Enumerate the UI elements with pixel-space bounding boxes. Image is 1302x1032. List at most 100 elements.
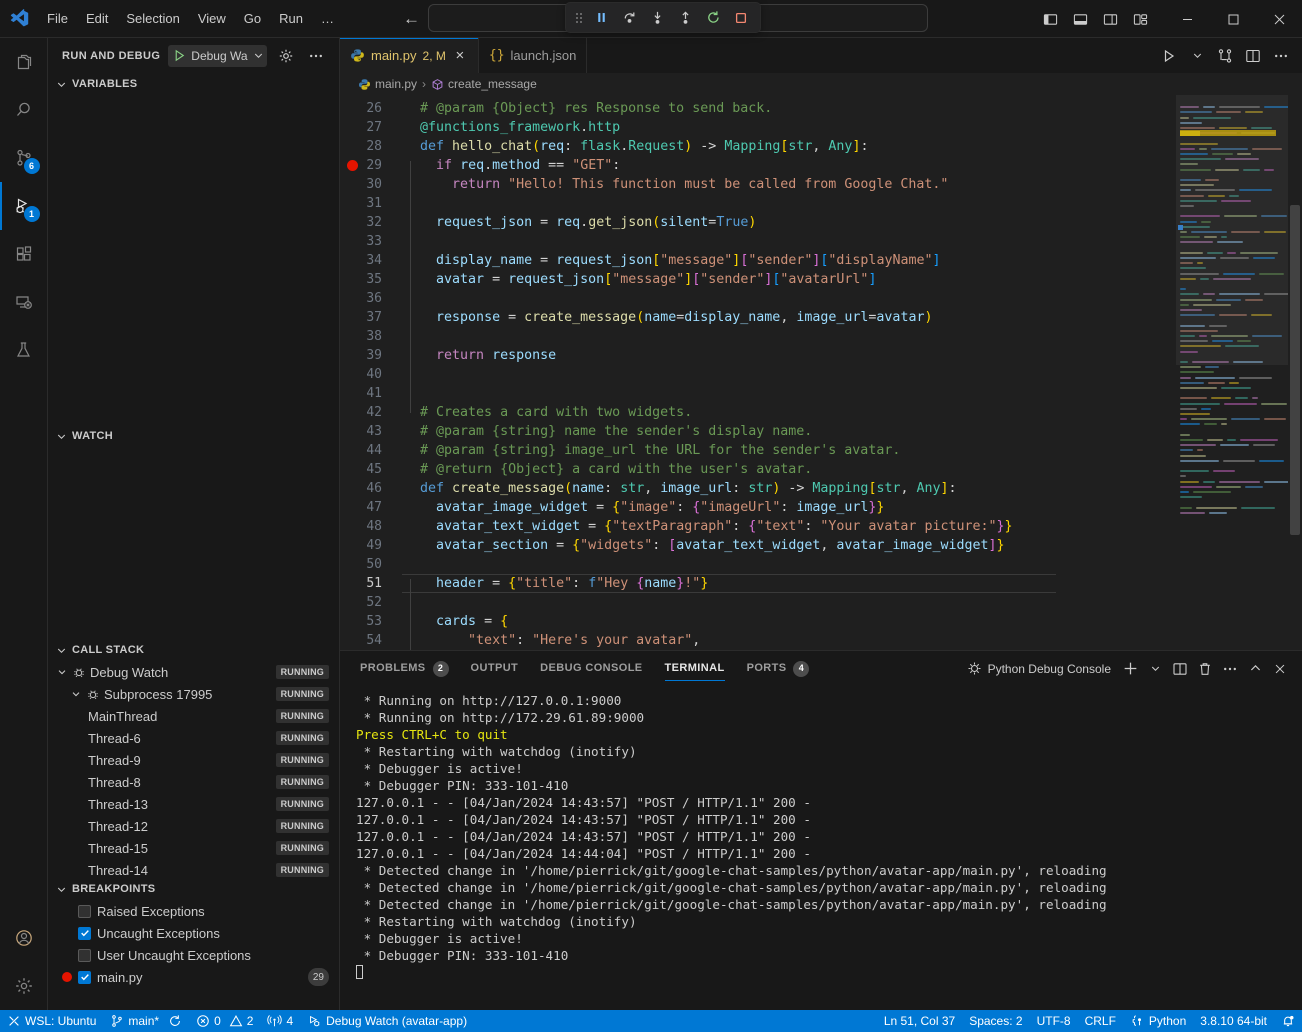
breakpoint-row[interactable]: Uncaught Exceptions <box>48 922 339 944</box>
code-line[interactable]: 35 avatar = request_json["message"]["sen… <box>340 270 1176 289</box>
breakpoint-checkbox[interactable] <box>78 927 91 940</box>
step-out-icon[interactable] <box>672 6 698 30</box>
go-back-icon[interactable]: ← <box>403 10 420 27</box>
stop-icon[interactable] <box>728 6 754 30</box>
tab-problems[interactable]: PROBLEMS 2 <box>360 651 449 686</box>
debug-configuration-selector[interactable]: Debug Wa <box>168 45 266 67</box>
close-button[interactable] <box>1256 0 1302 38</box>
terminal-output[interactable]: * Running on http://127.0.0.1:9000 * Run… <box>340 686 1302 1010</box>
code-line[interactable]: 48 avatar_text_widget = {"textParagraph"… <box>340 517 1176 536</box>
code-line[interactable]: 43 # @param {string} name the sender's d… <box>340 422 1176 441</box>
activity-remote-explorer[interactable] <box>0 278 48 326</box>
maximize-panel-icon[interactable] <box>1243 657 1267 681</box>
code-line[interactable]: 47 avatar_image_widget = {"image": {"ima… <box>340 498 1176 517</box>
code-line[interactable]: 33 <box>340 232 1176 251</box>
activity-manage-settings[interactable] <box>0 962 48 1010</box>
call-stack-row[interactable]: Debug WatchRUNNING <box>48 661 339 683</box>
code-line[interactable]: 30 return "Hello! This function must be … <box>340 175 1176 194</box>
code-line[interactable]: 38 <box>340 327 1176 346</box>
call-stack-row[interactable]: Subprocess 17995RUNNING <box>48 683 339 705</box>
activity-explorer[interactable] <box>0 38 48 86</box>
activity-search[interactable] <box>0 86 48 134</box>
status-ports[interactable]: 4 <box>260 1010 300 1032</box>
call-stack-row[interactable]: Thread-12RUNNING <box>48 815 339 837</box>
activity-testing[interactable] <box>0 326 48 374</box>
code-line[interactable]: 40 <box>340 365 1176 384</box>
tab-launch-json[interactable]: {} launch.json <box>479 38 587 73</box>
editor-scrollbar[interactable] <box>1288 95 1302 650</box>
code-line[interactable]: 50 <box>340 555 1176 574</box>
run-options-chevron-down-icon[interactable] <box>1184 43 1210 69</box>
maximize-button[interactable] <box>1210 0 1256 38</box>
code-line[interactable]: 49 avatar_section = {"widgets": [avatar_… <box>340 536 1176 555</box>
status-problems[interactable]: 0 2 <box>189 1010 260 1032</box>
code-line[interactable]: 32 request_json = req.get_json(silent=Tr… <box>340 213 1176 232</box>
status-language-mode[interactable]: Python <box>1123 1010 1193 1032</box>
tab-debug-console[interactable]: DEBUG CONSOLE <box>540 651 642 686</box>
panel-more-actions-icon[interactable] <box>1218 657 1242 681</box>
toggle-primary-sidebar-icon[interactable] <box>1036 6 1064 32</box>
editor-scrollbar-thumb[interactable] <box>1290 205 1300 535</box>
status-branch[interactable]: main* <box>103 1010 189 1032</box>
step-over-icon[interactable] <box>616 6 642 30</box>
call-stack-row[interactable]: Thread-14RUNNING <box>48 859 339 878</box>
code-line[interactable]: 51 header = {"title": f"Hey {name}!"} <box>340 574 1176 593</box>
close-panel-icon[interactable] <box>1268 657 1292 681</box>
source-control-compare-icon[interactable] <box>1212 43 1238 69</box>
restart-icon[interactable] <box>700 6 726 30</box>
code-line[interactable]: 34 display_name = request_json["message"… <box>340 251 1176 270</box>
tab-main-py[interactable]: main.py 2, M × <box>340 38 479 73</box>
code-line[interactable]: 28 def hello_chat(req: flask.Request) ->… <box>340 137 1176 156</box>
tab-terminal[interactable]: TERMINAL <box>665 651 725 686</box>
customize-layout-icon[interactable] <box>1126 6 1154 32</box>
minimap-slider[interactable] <box>1176 95 1288 365</box>
code-line[interactable]: 45 # @return {Object} a card with the us… <box>340 460 1176 479</box>
call-stack-row[interactable]: Thread-15RUNNING <box>48 837 339 859</box>
pause-icon[interactable] <box>588 6 614 30</box>
code-line[interactable]: 39 return response <box>340 346 1176 365</box>
tab-close-icon[interactable]: × <box>452 47 468 64</box>
breakpoint-row[interactable]: main.py29 <box>48 966 339 988</box>
minimize-button[interactable] <box>1164 0 1210 38</box>
tab-output[interactable]: OUTPUT <box>471 651 519 686</box>
call-stack-section-header[interactable]: CALL STACK <box>48 639 339 661</box>
code-line[interactable]: 42 # Creates a card with two widgets. <box>340 403 1176 422</box>
menu-file[interactable]: File <box>38 7 77 30</box>
menu-go[interactable]: Go <box>235 7 270 30</box>
code-line[interactable]: 37 response = create_message(name=displa… <box>340 308 1176 327</box>
status-encoding[interactable]: UTF-8 <box>1030 1010 1078 1032</box>
code-line[interactable]: 53 cards = { <box>340 612 1176 631</box>
kill-terminal-icon[interactable] <box>1193 657 1217 681</box>
activity-run-and-debug[interactable]: 1 <box>0 182 48 230</box>
menu-run[interactable]: Run <box>270 7 312 30</box>
status-indentation[interactable]: Spaces: 2 <box>962 1010 1029 1032</box>
code-line[interactable]: 41 <box>340 384 1176 403</box>
activity-accounts[interactable] <box>0 914 48 962</box>
status-eol[interactable]: CRLF <box>1078 1010 1123 1032</box>
code-line[interactable]: 29 if req.method == "GET": <box>340 156 1176 175</box>
activity-source-control[interactable]: 6 <box>0 134 48 182</box>
toggle-secondary-sidebar-icon[interactable] <box>1096 6 1124 32</box>
call-stack-row[interactable]: Thread-8RUNNING <box>48 771 339 793</box>
sidebar-more-actions-icon[interactable] <box>305 45 327 67</box>
breadcrumb-symbol[interactable]: create_message <box>431 77 537 91</box>
editor-more-actions-icon[interactable] <box>1268 43 1294 69</box>
drag-handle-icon[interactable] <box>572 11 586 25</box>
status-remote[interactable]: WSL: Ubuntu <box>0 1010 103 1032</box>
code-line[interactable]: 26 # @param {Object} res Response to sen… <box>340 99 1176 118</box>
code-line[interactable]: 31 <box>340 194 1176 213</box>
toggle-panel-icon[interactable] <box>1066 6 1094 32</box>
new-terminal-chevron-down-icon[interactable] <box>1143 657 1167 681</box>
breakpoint-row[interactable]: User Uncaught Exceptions <box>48 944 339 966</box>
watch-section-header[interactable]: WATCH <box>48 425 339 447</box>
code-editor[interactable]: 26 # @param {Object} res Response to sen… <box>340 95 1302 650</box>
breakpoint-marker-icon[interactable] <box>347 160 358 171</box>
status-debug-session[interactable]: Debug Watch (avatar-app) <box>300 1010 474 1032</box>
activity-extensions[interactable] <box>0 230 48 278</box>
open-launch-json-icon[interactable] <box>275 45 297 67</box>
status-cursor-position[interactable]: Ln 51, Col 37 <box>877 1010 962 1032</box>
run-python-file-icon[interactable] <box>1156 43 1182 69</box>
menu-selection[interactable]: Selection <box>117 7 188 30</box>
split-terminal-icon[interactable] <box>1168 657 1192 681</box>
menu-more[interactable]: … <box>312 7 343 30</box>
